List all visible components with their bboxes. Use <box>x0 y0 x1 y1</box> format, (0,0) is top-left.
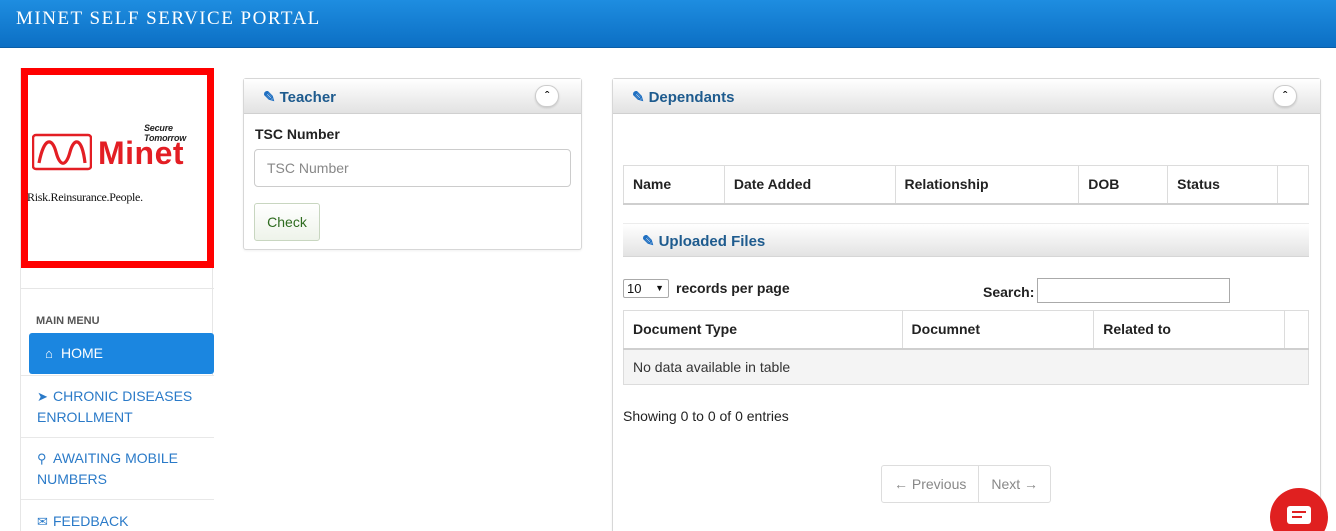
column-header[interactable]: Document Type <box>623 310 903 350</box>
search-input[interactable] <box>1037 278 1230 303</box>
column-header-spacer <box>1283 310 1310 350</box>
uploaded-files-title: Uploaded Files <box>658 233 766 250</box>
table-header-row: Name Date Added Relationship DOB Status <box>623 165 1309 205</box>
check-button[interactable]: Check <box>254 203 320 241</box>
edit-icon: ✎ <box>263 89 276 106</box>
page-size-select[interactable]: 10 ▼ <box>623 279 669 298</box>
sidebar-item-awaiting-mobile[interactable]: ⚲ AWAITING MOBILE NUMBERS <box>21 437 214 499</box>
top-bar: MINET SELF SERVICE PORTAL <box>0 0 1336 48</box>
uploaded-files-title-wrap: ✎ Uploaded Files <box>642 232 765 250</box>
dependants-panel: ✎ Dependants ˆ Name Date Added Relationsh… <box>612 78 1321 531</box>
sidebar-item-label: FEEDBACK <box>53 513 129 529</box>
chevron-up-icon: ˆ <box>545 89 549 103</box>
home-icon: ⌂ <box>45 346 53 361</box>
column-header[interactable]: Documnet <box>901 310 1095 350</box>
previous-page-button[interactable]: ← Previous <box>882 466 978 502</box>
dependants-panel-title: Dependants <box>648 89 735 106</box>
records-per-page-label: records per page <box>676 280 790 296</box>
chevron-up-icon: ˆ <box>1283 89 1287 103</box>
sidebar: Secure Tomorrow Minet Risk.Reinsurance.P… <box>20 68 214 531</box>
column-header[interactable]: Status <box>1167 165 1278 205</box>
table-row: No data available in table <box>623 348 1309 385</box>
sidebar-item-chronic-diseases[interactable]: ➤ CHRONIC DISEASES ENROLLMENT <box>21 375 214 437</box>
search-label: Search: <box>983 284 1035 300</box>
teacher-panel-header: ✎ Teacher ˆ <box>244 79 581 114</box>
main-menu-heading: MAIN MENU <box>36 315 100 327</box>
dependants-panel-header: ✎ Dependants ˆ <box>613 79 1320 114</box>
teacher-panel: ✎Teacher ˆ TSC Number Check <box>243 78 582 250</box>
table-header-row: Document Type Documnet Related to <box>623 310 1310 350</box>
column-header[interactable]: Date Added <box>723 165 896 205</box>
dependants-panel-title-wrap: ✎ Dependants <box>632 88 734 106</box>
chat-bubble-icon <box>1287 506 1311 524</box>
sidebar-item-home[interactable]: ⌂ HOME <box>29 333 214 374</box>
envelope-icon: ✉ <box>37 514 48 529</box>
sidebar-item-feedback[interactable]: ✉ FEEDBACK <box>21 499 214 531</box>
column-header[interactable]: Related to <box>1093 310 1285 350</box>
caret-down-icon: ▼ <box>655 283 664 293</box>
paper-plane-icon: ➤ <box>37 389 48 404</box>
dependants-table: Name Date Added Relationship DOB Status <box>623 165 1309 205</box>
edit-icon: ✎ <box>642 233 655 250</box>
logo-wordmark: Minet <box>98 135 185 171</box>
collapse-button[interactable]: ˆ <box>1273 85 1297 107</box>
pagination: ← Previous Next → <box>881 465 1052 503</box>
search-plus-icon: ⚲ <box>37 451 47 466</box>
edit-icon: ✎ <box>632 89 645 106</box>
minet-logo: Secure Tomorrow Minet Risk.Reinsurance.P… <box>21 68 214 268</box>
uploaded-files-header: ✎ Uploaded Files <box>623 223 1309 257</box>
column-header[interactable]: Name <box>623 165 725 205</box>
table-info: Showing 0 to 0 of 0 entries <box>623 408 789 424</box>
portal-title: MINET SELF SERVICE PORTAL <box>16 8 321 29</box>
page-size-value: 10 <box>627 281 642 296</box>
sidebar-item-label: HOME <box>61 345 103 361</box>
collapse-button[interactable]: ˆ <box>535 85 559 107</box>
teacher-panel-title-wrap: ✎ Teacher <box>263 88 336 106</box>
column-header[interactable]: Relationship <box>894 165 1080 205</box>
sidebar-item-label: AWAITING MOBILE NUMBERS <box>37 450 178 487</box>
minet-m-icon <box>32 133 92 171</box>
sidebar-item-label: CHRONIC DISEASES ENROLLMENT <box>37 388 193 425</box>
sidebar-divider <box>21 288 214 289</box>
empty-table-message: No data available in table <box>623 348 1309 385</box>
tsc-number-input[interactable] <box>254 149 571 187</box>
uploaded-files-table: Document Type Documnet Related to No dat… <box>623 310 1310 385</box>
teacher-panel-title: Teacher <box>279 89 336 106</box>
column-header-spacer <box>1277 165 1309 205</box>
next-page-button[interactable]: Next → <box>978 466 1050 502</box>
logo-subline: Risk.Reinsurance.People. <box>27 190 143 204</box>
column-header[interactable]: DOB <box>1078 165 1169 205</box>
tsc-number-label: TSC Number <box>255 126 340 142</box>
